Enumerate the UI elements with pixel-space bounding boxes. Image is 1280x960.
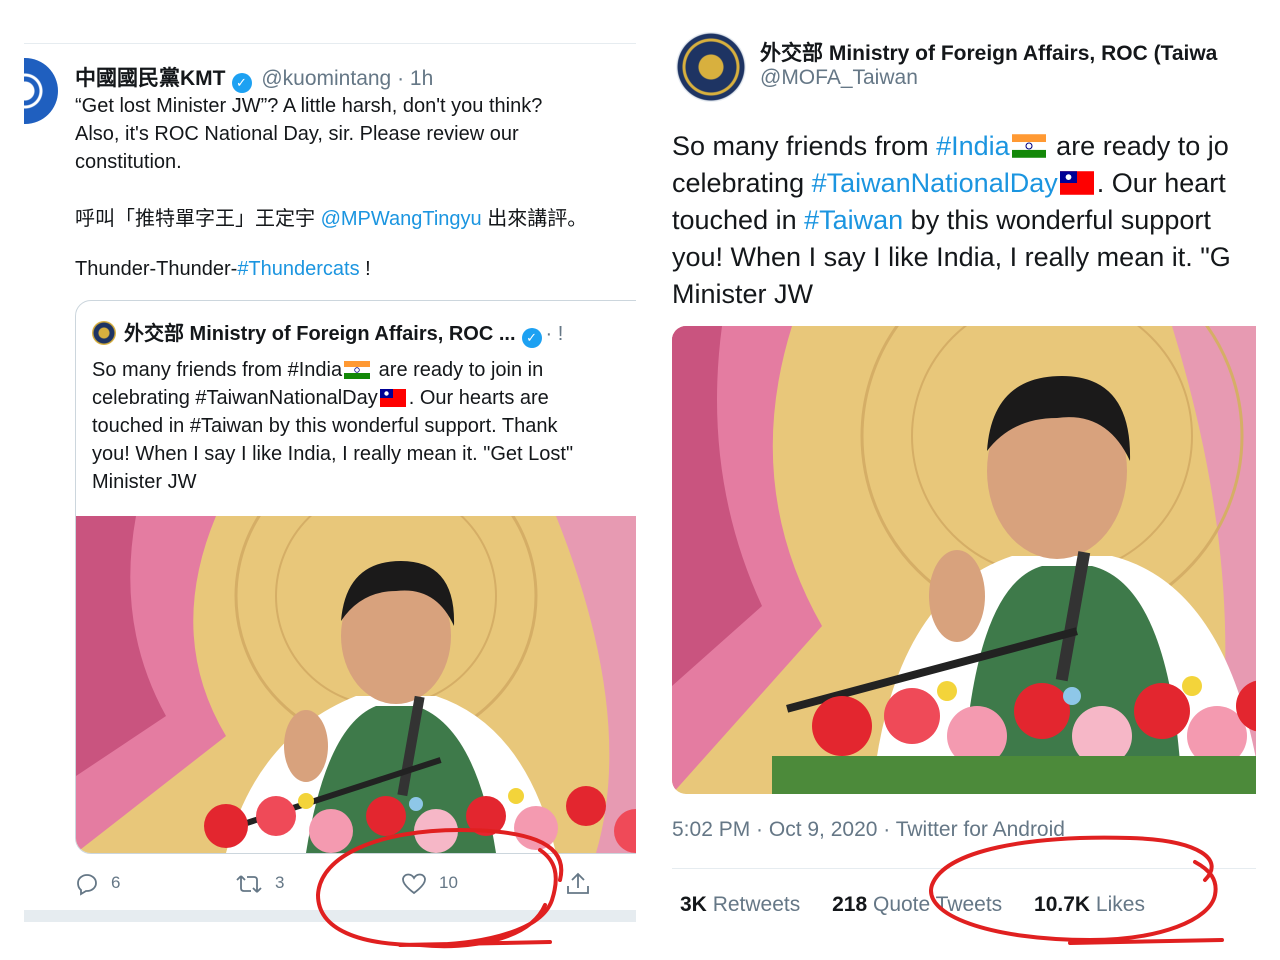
verified-badge-icon: ✓ — [521, 328, 542, 348]
hashtag-link[interactable]: #India — [936, 131, 1010, 161]
hashtag-link[interactable]: #TaiwanNationalDay — [812, 168, 1058, 198]
retweets-count: 3K — [680, 893, 707, 916]
retweets-label: Retweets — [712, 893, 801, 916]
text: by this wonderful support — [903, 205, 1211, 235]
quoted-text: So many friends from #India — [92, 359, 343, 381]
like-button[interactable]: 10 — [401, 866, 458, 900]
divider — [24, 910, 636, 922]
reply-count: 6 — [111, 873, 121, 892]
verified-badge-icon: ✓ — [231, 73, 252, 93]
quoted-text: touched in #Taiwan by this wonderful sup… — [92, 415, 558, 437]
retweets-stat[interactable]: 3K Retweets — [680, 893, 800, 916]
tweet-text-line: Also, it's ROC National Day, sir. Please… — [75, 123, 519, 145]
tweet-text-line: “Get lost Minister JW”? A little harsh, … — [75, 95, 543, 117]
retweet-count: 3 — [275, 873, 285, 892]
display-name[interactable]: 外交部 Ministry of Foreign Affairs, ROC (Ta… — [760, 37, 1217, 67]
handle[interactable]: @kuomintang — [261, 67, 391, 90]
text: So many friends from — [672, 131, 937, 161]
tweet-time[interactable]: 1h — [410, 67, 433, 90]
thunder-text: ! — [359, 258, 371, 280]
tweet-text-line: So many friends from #India are ready to… — [672, 128, 1256, 165]
likes-count: 10.7K — [1034, 893, 1091, 916]
tweet-text-line: you! When I say I like India, I really m… — [672, 242, 1231, 272]
quoted-text: are ready to join in — [373, 359, 544, 381]
kmt-avatar[interactable] — [24, 58, 58, 124]
tweet-text-chinese: 呼叫「推特單字王」王定宇 @MPWangTingyu 出來講評。 — [75, 202, 587, 231]
quoted-tweet-card[interactable]: 外交部 Ministry of Foreign Affairs, ROC ...… — [75, 300, 636, 854]
tweet-text: So many friends from #India are ready to… — [672, 128, 1256, 313]
likes-stat[interactable]: 10.7K Likes — [1034, 893, 1145, 916]
tweet-text-line: Minister JW — [672, 279, 813, 309]
text: are ready to jo — [1048, 131, 1229, 161]
quoted-text: you! When I say I like India, I really m… — [92, 443, 574, 465]
quote-label: Quote Tweets — [872, 893, 1003, 916]
text: celebrating — [672, 168, 812, 198]
india-flag-icon — [344, 361, 371, 379]
tweet-header: 中國國民黨KMT ✓ @kuomintang · 1h — [75, 62, 433, 93]
thunder-text: Thunder-Thunder- — [75, 258, 238, 280]
hashtag-link[interactable]: #Thundercats — [237, 258, 359, 280]
divider — [24, 43, 636, 44]
separator-dot: · ! — [545, 323, 564, 345]
retweet-icon — [236, 874, 262, 893]
mention-link[interactable]: @MPWangTingyu — [321, 208, 482, 230]
quoted-display-name: 外交部 Ministry of Foreign Affairs, ROC ... — [124, 323, 516, 345]
quoted-tweet-text: So many friends from #India are ready to… — [92, 356, 636, 496]
share-button[interactable] — [565, 866, 603, 900]
tweet-timestamp[interactable]: 5:02 PM · Oct 9, 2020 · Twitter for Andr… — [672, 818, 1065, 842]
taiwan-flag-icon — [379, 389, 406, 407]
chinese-text: 出來講評。 — [481, 208, 588, 230]
text: . Our heart — [1096, 168, 1226, 198]
tweet-text-line: celebrating #TaiwanNationalDay . Our hear… — [672, 165, 1256, 202]
separator-dot: · — [397, 67, 405, 90]
reply-button[interactable]: 6 — [75, 866, 120, 900]
mofa-avatar[interactable] — [676, 32, 746, 102]
chinese-text: 呼叫「推特單字王」王定宇 — [75, 208, 321, 230]
quote-count: 218 — [832, 893, 868, 916]
mofa-tweet-panel: 外交部 Ministry of Foreign Affairs, ROC (Ta… — [660, 0, 1256, 960]
reply-icon — [77, 873, 97, 896]
heart-icon — [402, 873, 426, 894]
tweet-text: “Get lost Minister JW”? A little harsh, … — [75, 92, 635, 176]
retweet-button[interactable]: 3 — [235, 866, 284, 900]
minister-photo[interactable] — [76, 516, 636, 853]
like-count: 10 — [439, 873, 458, 892]
handle[interactable]: @MOFA_Taiwan — [760, 66, 918, 90]
tweet-text-line: touched in #Taiwan by this wonderful sup… — [672, 202, 1256, 239]
india-flag-icon — [1011, 134, 1046, 158]
display-name[interactable]: 中國國民黨KMT — [75, 67, 226, 90]
tweet-text-line: constitution. — [75, 151, 182, 173]
quoted-text: . Our hearts are — [408, 387, 549, 409]
kmt-tweet-panel: 中國國民黨KMT ✓ @kuomintang · 1h “Get lost Min… — [24, 0, 636, 960]
text: touched in — [672, 205, 805, 235]
quoted-text: Minister JW — [92, 471, 197, 493]
minister-photo[interactable] — [672, 326, 1256, 794]
quoted-tweet-header: 外交部 Ministry of Foreign Affairs, ROC ...… — [92, 317, 563, 348]
hashtag-link[interactable]: #Taiwan — [804, 205, 903, 235]
quote-tweets-stat[interactable]: 218 Quote Tweets — [832, 893, 1002, 916]
likes-label: Likes — [1095, 893, 1145, 916]
mofa-avatar-small — [92, 321, 116, 345]
tweet-action-bar: 6 3 10 — [75, 866, 635, 900]
taiwan-flag-icon — [1059, 171, 1094, 195]
engagement-stats: 3K Retweets 218 Quote Tweets 10.7K Likes — [680, 893, 1171, 917]
share-icon — [567, 872, 589, 894]
quoted-text: celebrating #TaiwanNationalDay — [92, 387, 378, 409]
divider — [672, 868, 1256, 869]
tweet-text-thunder: Thunder-Thunder-#Thundercats ! — [75, 258, 371, 281]
